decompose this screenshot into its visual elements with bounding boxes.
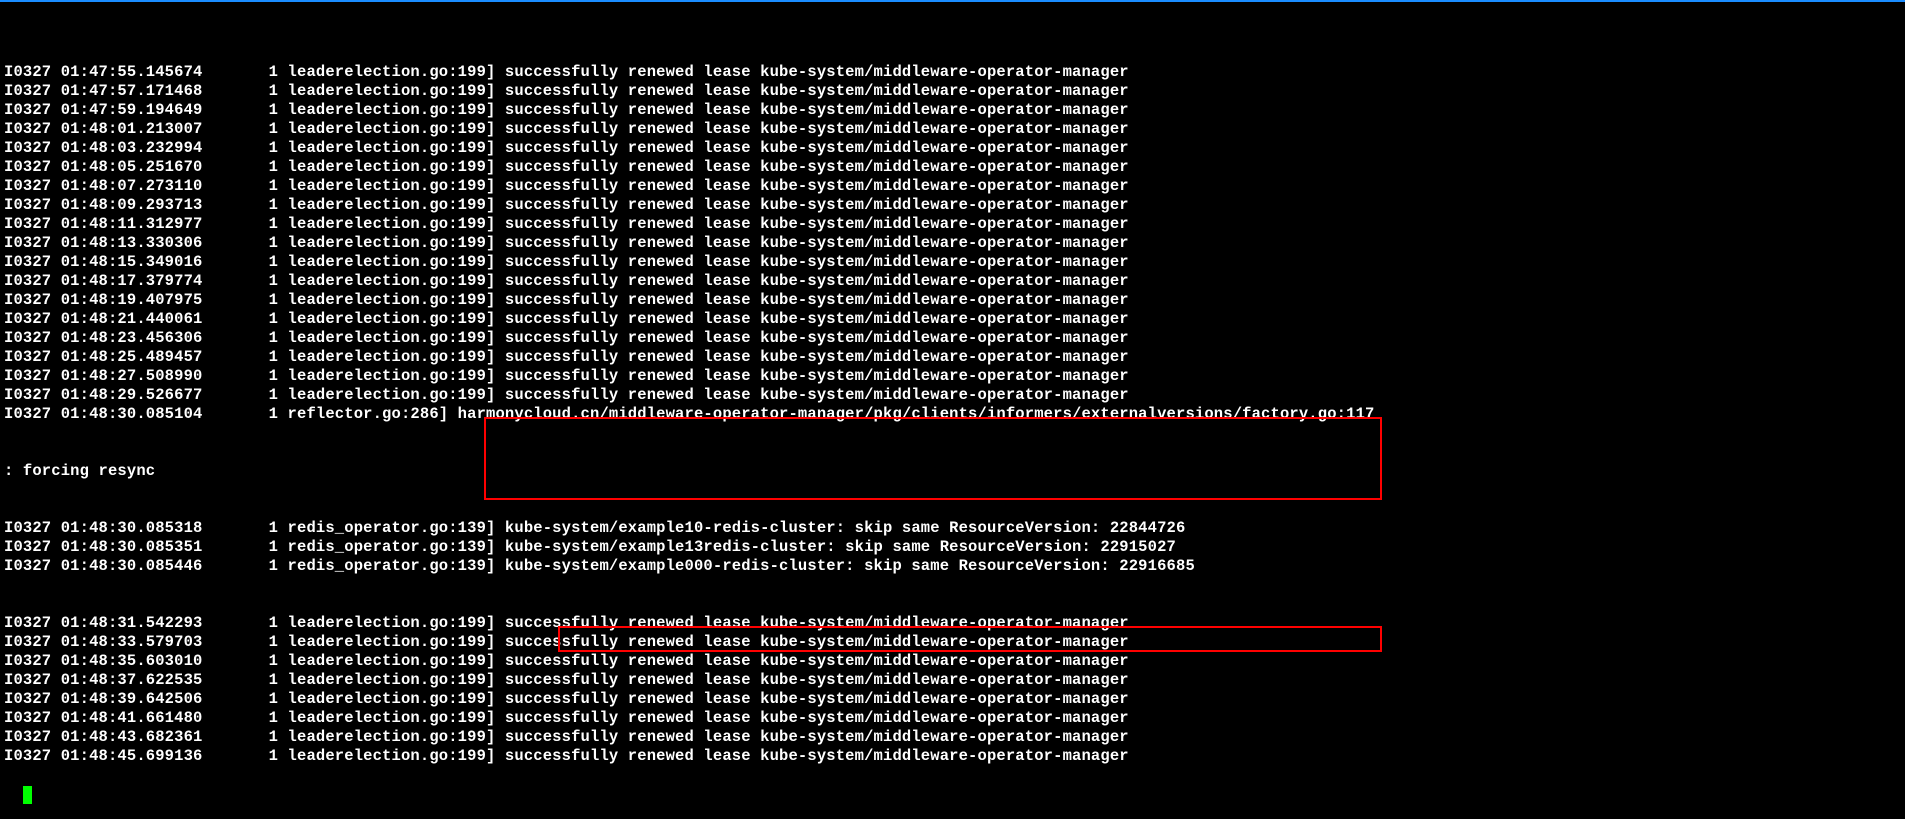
log-line: I0327 01:48:30.085351 1 redis_operator.g… [4,538,1901,557]
log-line: I0327 01:47:59.194649 1 leaderelection.g… [4,101,1901,120]
log-line: I0327 01:48:30.085104 1 reflector.go:286… [4,405,1901,424]
log-line: I0327 01:48:13.330306 1 leaderelection.g… [4,234,1901,253]
log-line-resync: : forcing resync [4,462,1901,481]
log-line: I0327 01:48:09.293713 1 leaderelection.g… [4,196,1901,215]
log-line: I0327 01:48:23.456306 1 leaderelection.g… [4,329,1901,348]
log-line: I0327 01:48:43.682361 1 leaderelection.g… [4,728,1901,747]
terminal-output[interactable]: I0327 01:47:55.145674 1 leaderelection.g… [0,2,1905,819]
log-line: I0327 01:47:55.145674 1 leaderelection.g… [4,63,1901,82]
log-line: I0327 01:48:30.085318 1 redis_operator.g… [4,519,1901,538]
log-line: I0327 01:48:37.622535 1 leaderelection.g… [4,671,1901,690]
log-line: I0327 01:48:25.489457 1 leaderelection.g… [4,348,1901,367]
log-line: I0327 01:48:39.642506 1 leaderelection.g… [4,690,1901,709]
log-line: I0327 01:48:31.542293 1 leaderelection.g… [4,614,1901,633]
log-line: I0327 01:48:45.699136 1 leaderelection.g… [4,747,1901,766]
log-line: I0327 01:48:03.232994 1 leaderelection.g… [4,139,1901,158]
annotation-box-redis [484,417,1382,500]
log-line: I0327 01:48:15.349016 1 leaderelection.g… [4,253,1901,272]
log-line: I0327 01:48:01.213007 1 leaderelection.g… [4,120,1901,139]
terminal-cursor [23,786,32,804]
log-line: I0327 01:48:41.661480 1 leaderelection.g… [4,709,1901,728]
log-line: I0327 01:48:30.085446 1 redis_operator.g… [4,557,1901,576]
log-line: I0327 01:48:05.251670 1 leaderelection.g… [4,158,1901,177]
log-line: I0327 01:48:19.407975 1 leaderelection.g… [4,291,1901,310]
log-line: I0327 01:48:21.440061 1 leaderelection.g… [4,310,1901,329]
log-line: I0327 01:48:27.508990 1 leaderelection.g… [4,367,1901,386]
log-line: I0327 01:48:17.379774 1 leaderelection.g… [4,272,1901,291]
log-line: I0327 01:48:33.579703 1 leaderelection.g… [4,633,1901,652]
log-line: I0327 01:48:11.312977 1 leaderelection.g… [4,215,1901,234]
log-line: I0327 01:48:35.603010 1 leaderelection.g… [4,652,1901,671]
log-line: I0327 01:48:07.273110 1 leaderelection.g… [4,177,1901,196]
log-line: I0327 01:48:29.526677 1 leaderelection.g… [4,386,1901,405]
log-line: I0327 01:47:57.171468 1 leaderelection.g… [4,82,1901,101]
